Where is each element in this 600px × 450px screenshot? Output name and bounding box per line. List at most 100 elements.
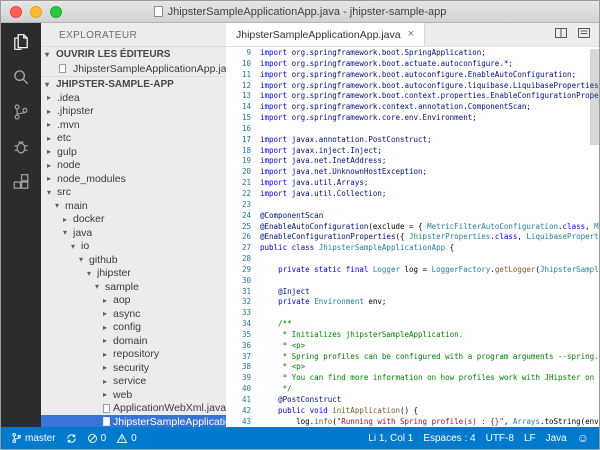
chevron-right-icon: ▸ [103,323,113,332]
token-ann: @ComponentScan [260,211,323,220]
code-line-17: 17import javax.annotation.PostConstruct; [226,135,599,146]
token-kw: import [260,102,287,111]
line-number: 16 [226,124,251,135]
token-pl: .toString(env.getActiveProfiles())); [540,417,599,426]
code-line-34: 34 /** [226,319,599,330]
tree-item-node[interactable]: ▸node [41,159,226,173]
token-com: * Spring profiles can be configured with… [260,352,599,361]
tree-item-java[interactable]: ▾java [41,226,226,240]
git-branch-indicator[interactable]: master [11,432,56,444]
line-number: 15 [226,113,251,124]
token-pl: ({ [395,232,409,241]
language-indicator[interactable]: Java [546,433,567,444]
editor-scrollbar[interactable] [590,49,599,145]
tree-item-docker[interactable]: ▸docker [41,213,226,227]
tree-item-github[interactable]: ▾github [41,253,226,267]
tree-item-config[interactable]: ▸config [41,321,226,335]
encoding-indicator[interactable]: UTF-8 [486,433,514,444]
editor-layout-icon[interactable] [577,26,591,45]
line-number: 39 [226,373,251,384]
zoom-window-button[interactable] [50,6,62,18]
chevron-down-icon: ▾ [45,80,56,89]
token-kw: public void [260,406,332,415]
tab-jhipster-sample-application-app[interactable]: JhipsterSampleApplicationApp.java × [226,23,425,46]
open-editors-label: OUVRIR LES ÉDITEURS [56,49,170,60]
code-editor[interactable]: 9import org.springframework.boot.SpringA… [226,47,599,427]
chevron-down-icon: ▾ [87,269,97,278]
open-editor-item[interactable]: JhipsterSampleApplicationApp.java src/m.… [41,61,226,76]
tree-item--mvn[interactable]: ▸.mvn [41,118,226,132]
code-line-20: 20import java.net.UnknownHostException; [226,167,599,178]
close-tab-icon[interactable]: × [408,29,414,40]
branch-name: master [25,433,56,444]
tree-item-etc[interactable]: ▸etc [41,132,226,146]
search-icon[interactable] [9,65,33,89]
sync-button[interactable] [66,433,77,444]
tree-item-async[interactable]: ▸async [41,307,226,321]
tree-item-jhipster[interactable]: ▾jhipster [41,267,226,281]
explorer-icon[interactable] [9,30,33,54]
tree-item-aop[interactable]: ▸aop [41,294,226,308]
tree-item--jhipster[interactable]: ▸.jhipster [41,105,226,119]
tree-item-src[interactable]: ▾src [41,186,226,200]
tree-item-web[interactable]: ▸web [41,388,226,402]
minimize-window-button[interactable] [30,6,42,18]
tree-item-security[interactable]: ▸security [41,361,226,375]
extensions-icon[interactable] [9,170,33,194]
eol-indicator[interactable]: LF [524,433,536,444]
chevron-right-icon: ▸ [47,147,57,156]
line-number: 17 [226,135,251,146]
file-icon [59,64,66,73]
token-kw: import [260,156,287,165]
feedback-smiley-icon[interactable]: ☺ [577,431,589,445]
warning-indicator[interactable]: 0 [116,433,137,444]
code-line-23: 23 [226,200,599,211]
code-line-11: 11import org.springframework.boot.autoco… [226,70,599,81]
tree-item-io[interactable]: ▾io [41,240,226,254]
tree-item-sample[interactable]: ▾sample [41,280,226,294]
token-str: "Running with Spring profile(s) : {}" [337,417,504,426]
token-kw: import [260,59,287,68]
tree-item-main[interactable]: ▾main [41,199,226,213]
tree-item-label: aop [113,294,131,306]
code-line-29: 29 private static final Logger log = Log… [226,265,599,276]
tree-item-applicationwebxml-java[interactable]: ApplicationWebXml.java [41,402,226,416]
source-control-icon[interactable] [9,100,33,124]
tree-item-service[interactable]: ▸service [41,375,226,389]
code-line-32: 32 private Environment env; [226,297,599,308]
code-line-36: 36 * <p> [226,341,599,352]
token-pkg: java.net.InetAddress; [287,156,386,165]
tree-item-jhipstersampleapplicationapp-java[interactable]: JhipsterSampleApplicationApp.java [41,415,226,427]
tree-item-label: github [89,254,118,266]
line-number: 34 [226,319,251,330]
tree-item-repository[interactable]: ▸repository [41,348,226,362]
project-header[interactable]: ▾ JHIPSTER-SAMPLE-APP [41,76,226,91]
tree-item-node-modules[interactable]: ▸node_modules [41,172,226,186]
token-kw: import [260,48,287,57]
token-kw: private [278,297,314,306]
debug-icon[interactable] [9,135,33,159]
token-type: LoggerFactory [432,265,491,274]
tree-item--idea[interactable]: ▸.idea [41,91,226,105]
cursor-position[interactable]: Li 1, Col 1 [368,433,413,444]
token-kw: import [260,135,287,144]
line-number: 37 [226,352,251,363]
tree-item-label: sample [105,281,139,293]
token-type: JhipsterProperties [409,232,490,241]
token-kw: import [260,91,287,100]
tree-item-label: .jhipster [57,105,94,117]
tab-bar: JhipsterSampleApplicationApp.java × [226,23,599,47]
tree-item-gulp[interactable]: ▸gulp [41,145,226,159]
token-pkg: java.net.UnknownHostException; [287,167,427,176]
split-editor-icon[interactable] [554,26,568,45]
token-pkg: org.springframework.boot.autoconfigure.l… [287,81,599,90]
open-editors-header[interactable]: ▾ OUVRIR LES ÉDITEURS [41,46,226,61]
indentation-indicator[interactable]: Espaces : 4 [423,433,475,444]
tree-item-label: main [65,200,88,212]
code-line-43: 43 log.info("Running with Spring profile… [226,417,599,427]
error-indicator[interactable]: 0 [87,433,107,444]
close-window-button[interactable] [10,6,22,18]
project-label: JHIPSTER-SAMPLE-APP [56,79,174,90]
tree-item-domain[interactable]: ▸domain [41,334,226,348]
line-number: 13 [226,91,251,102]
